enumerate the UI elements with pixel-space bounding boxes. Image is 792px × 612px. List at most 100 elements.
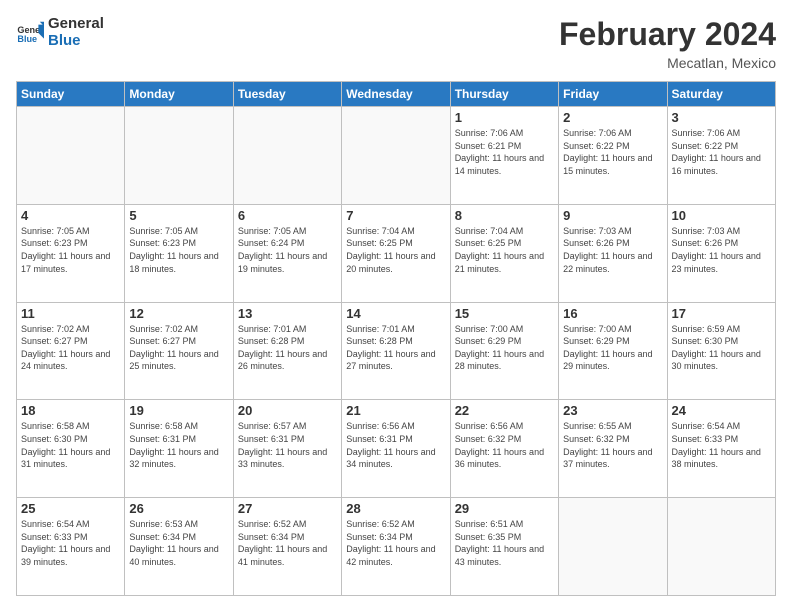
day-number: 13: [238, 306, 337, 321]
calendar-cell: 11 Sunrise: 7:02 AM Sunset: 6:27 PM Dayli…: [17, 302, 125, 400]
day-info: Sunrise: 7:06 AM Sunset: 6:21 PM Dayligh…: [455, 127, 554, 177]
calendar-week-2: 11 Sunrise: 7:02 AM Sunset: 6:27 PM Dayli…: [17, 302, 776, 400]
calendar-subtitle: Mecatlan, Mexico: [559, 55, 776, 71]
calendar-week-3: 18 Sunrise: 6:58 AM Sunset: 6:30 PM Dayli…: [17, 400, 776, 498]
day-number: 23: [563, 403, 662, 418]
day-number: 22: [455, 403, 554, 418]
svg-text:Blue: Blue: [17, 34, 37, 44]
day-number: 18: [21, 403, 120, 418]
weekday-header-row: SundayMondayTuesdayWednesdayThursdayFrid…: [17, 82, 776, 107]
calendar-cell: 8 Sunrise: 7:04 AM Sunset: 6:25 PM Daylig…: [450, 204, 558, 302]
day-number: 27: [238, 501, 337, 516]
day-number: 2: [563, 110, 662, 125]
day-number: 26: [129, 501, 228, 516]
day-info: Sunrise: 7:05 AM Sunset: 6:23 PM Dayligh…: [129, 225, 228, 275]
day-info: Sunrise: 7:06 AM Sunset: 6:22 PM Dayligh…: [563, 127, 662, 177]
day-info: Sunrise: 6:52 AM Sunset: 6:34 PM Dayligh…: [346, 518, 445, 568]
calendar-cell: 14 Sunrise: 7:01 AM Sunset: 6:28 PM Dayli…: [342, 302, 450, 400]
calendar-cell: 10Sunrise: 7:03 AM Sunset: 6:26 PM Dayli…: [667, 204, 775, 302]
calendar-cell: 23 Sunrise: 6:55 AM Sunset: 6:32 PM Dayli…: [559, 400, 667, 498]
day-number: 5: [129, 208, 228, 223]
day-number: 11: [21, 306, 120, 321]
calendar-cell: [233, 107, 341, 205]
calendar-cell: [17, 107, 125, 205]
calendar-cell: 3 Sunrise: 7:06 AM Sunset: 6:22 PM Daylig…: [667, 107, 775, 205]
day-number: 1: [455, 110, 554, 125]
day-number: 14: [346, 306, 445, 321]
calendar-cell: [667, 498, 775, 596]
calendar-week-4: 25 Sunrise: 6:54 AM Sunset: 6:33 PM Dayli…: [17, 498, 776, 596]
calendar-cell: 4 Sunrise: 7:05 AM Sunset: 6:23 PM Daylig…: [17, 204, 125, 302]
day-number: 28: [346, 501, 445, 516]
calendar-cell: 15 Sunrise: 7:00 AM Sunset: 6:29 PM Dayli…: [450, 302, 558, 400]
day-info: Sunrise: 6:51 AM Sunset: 6:35 PM Dayligh…: [455, 518, 554, 568]
day-number: 19: [129, 403, 228, 418]
weekday-header-sunday: Sunday: [17, 82, 125, 107]
calendar-cell: 19 Sunrise: 6:58 AM Sunset: 6:31 PM Dayli…: [125, 400, 233, 498]
calendar-cell: [559, 498, 667, 596]
day-number: 16: [563, 306, 662, 321]
day-info: Sunrise: 6:57 AM Sunset: 6:31 PM Dayligh…: [238, 420, 337, 470]
calendar-cell: 21 Sunrise: 6:56 AM Sunset: 6:31 PM Dayli…: [342, 400, 450, 498]
day-info: Sunrise: 6:58 AM Sunset: 6:30 PM Dayligh…: [21, 420, 120, 470]
day-info: Sunrise: 6:54 AM Sunset: 6:33 PM Dayligh…: [21, 518, 120, 568]
day-info: Sunrise: 6:56 AM Sunset: 6:32 PM Dayligh…: [455, 420, 554, 470]
day-info: Sunrise: 7:02 AM Sunset: 6:27 PM Dayligh…: [21, 323, 120, 373]
calendar-cell: 29 Sunrise: 6:51 AM Sunset: 6:35 PM Dayli…: [450, 498, 558, 596]
day-number: 29: [455, 501, 554, 516]
calendar-page: General Blue General Blue February 2024 …: [0, 0, 792, 612]
calendar-cell: 1 Sunrise: 7:06 AM Sunset: 6:21 PM Daylig…: [450, 107, 558, 205]
day-info: Sunrise: 7:05 AM Sunset: 6:24 PM Dayligh…: [238, 225, 337, 275]
calendar-cell: 24Sunrise: 6:54 AM Sunset: 6:33 PM Dayli…: [667, 400, 775, 498]
calendar-cell: 13 Sunrise: 7:01 AM Sunset: 6:28 PM Dayli…: [233, 302, 341, 400]
weekday-header-wednesday: Wednesday: [342, 82, 450, 107]
weekday-header-tuesday: Tuesday: [233, 82, 341, 107]
weekday-header-saturday: Saturday: [667, 82, 775, 107]
calendar-cell: 18 Sunrise: 6:58 AM Sunset: 6:30 PM Dayli…: [17, 400, 125, 498]
calendar-week-1: 4 Sunrise: 7:05 AM Sunset: 6:23 PM Daylig…: [17, 204, 776, 302]
day-info: Sunrise: 7:06 AM Sunset: 6:22 PM Dayligh…: [672, 127, 771, 177]
day-info: Sunrise: 7:01 AM Sunset: 6:28 PM Dayligh…: [238, 323, 337, 373]
calendar-cell: 16 Sunrise: 7:00 AM Sunset: 6:29 PM Dayli…: [559, 302, 667, 400]
day-info: Sunrise: 7:00 AM Sunset: 6:29 PM Dayligh…: [455, 323, 554, 373]
calendar-cell: 2 Sunrise: 7:06 AM Sunset: 6:22 PM Daylig…: [559, 107, 667, 205]
weekday-header-thursday: Thursday: [450, 82, 558, 107]
day-number: 3: [672, 110, 771, 125]
day-info: Sunrise: 7:04 AM Sunset: 6:25 PM Dayligh…: [346, 225, 445, 275]
day-number: 9: [563, 208, 662, 223]
day-number: 10: [672, 208, 771, 223]
day-number: 4: [21, 208, 120, 223]
calendar-cell: [342, 107, 450, 205]
logo-text-blue: Blue: [48, 33, 104, 50]
day-info: Sunrise: 6:59 AM Sunset: 6:30 PM Dayligh…: [672, 323, 771, 373]
calendar-table: SundayMondayTuesdayWednesdayThursdayFrid…: [16, 81, 776, 596]
day-info: Sunrise: 6:54 AM Sunset: 6:33 PM Dayligh…: [672, 420, 771, 470]
weekday-header-friday: Friday: [559, 82, 667, 107]
day-number: 12: [129, 306, 228, 321]
day-number: 25: [21, 501, 120, 516]
day-info: Sunrise: 7:05 AM Sunset: 6:23 PM Dayligh…: [21, 225, 120, 275]
calendar-cell: 25 Sunrise: 6:54 AM Sunset: 6:33 PM Dayli…: [17, 498, 125, 596]
day-number: 17: [672, 306, 771, 321]
day-info: Sunrise: 6:53 AM Sunset: 6:34 PM Dayligh…: [129, 518, 228, 568]
day-info: Sunrise: 7:00 AM Sunset: 6:29 PM Dayligh…: [563, 323, 662, 373]
logo: General Blue General Blue: [16, 16, 104, 49]
calendar-cell: 27 Sunrise: 6:52 AM Sunset: 6:34 PM Dayli…: [233, 498, 341, 596]
calendar-cell: 26 Sunrise: 6:53 AM Sunset: 6:34 PM Dayli…: [125, 498, 233, 596]
calendar-cell: 9Sunrise: 7:03 AM Sunset: 6:26 PM Daylig…: [559, 204, 667, 302]
day-info: Sunrise: 6:58 AM Sunset: 6:31 PM Dayligh…: [129, 420, 228, 470]
day-info: Sunrise: 6:52 AM Sunset: 6:34 PM Dayligh…: [238, 518, 337, 568]
day-info: Sunrise: 6:56 AM Sunset: 6:31 PM Dayligh…: [346, 420, 445, 470]
day-number: 8: [455, 208, 554, 223]
calendar-cell: 5 Sunrise: 7:05 AM Sunset: 6:23 PM Daylig…: [125, 204, 233, 302]
day-number: 7: [346, 208, 445, 223]
day-number: 21: [346, 403, 445, 418]
calendar-cell: 17 Sunrise: 6:59 AM Sunset: 6:30 PM Dayli…: [667, 302, 775, 400]
day-number: 15: [455, 306, 554, 321]
day-info: Sunrise: 6:55 AM Sunset: 6:32 PM Dayligh…: [563, 420, 662, 470]
calendar-title: February 2024: [559, 16, 776, 53]
calendar-cell: 12Sunrise: 7:02 AM Sunset: 6:27 PM Dayli…: [125, 302, 233, 400]
calendar-cell: 28 Sunrise: 6:52 AM Sunset: 6:34 PM Dayli…: [342, 498, 450, 596]
day-info: Sunrise: 7:04 AM Sunset: 6:25 PM Dayligh…: [455, 225, 554, 275]
day-info: Sunrise: 7:01 AM Sunset: 6:28 PM Dayligh…: [346, 323, 445, 373]
